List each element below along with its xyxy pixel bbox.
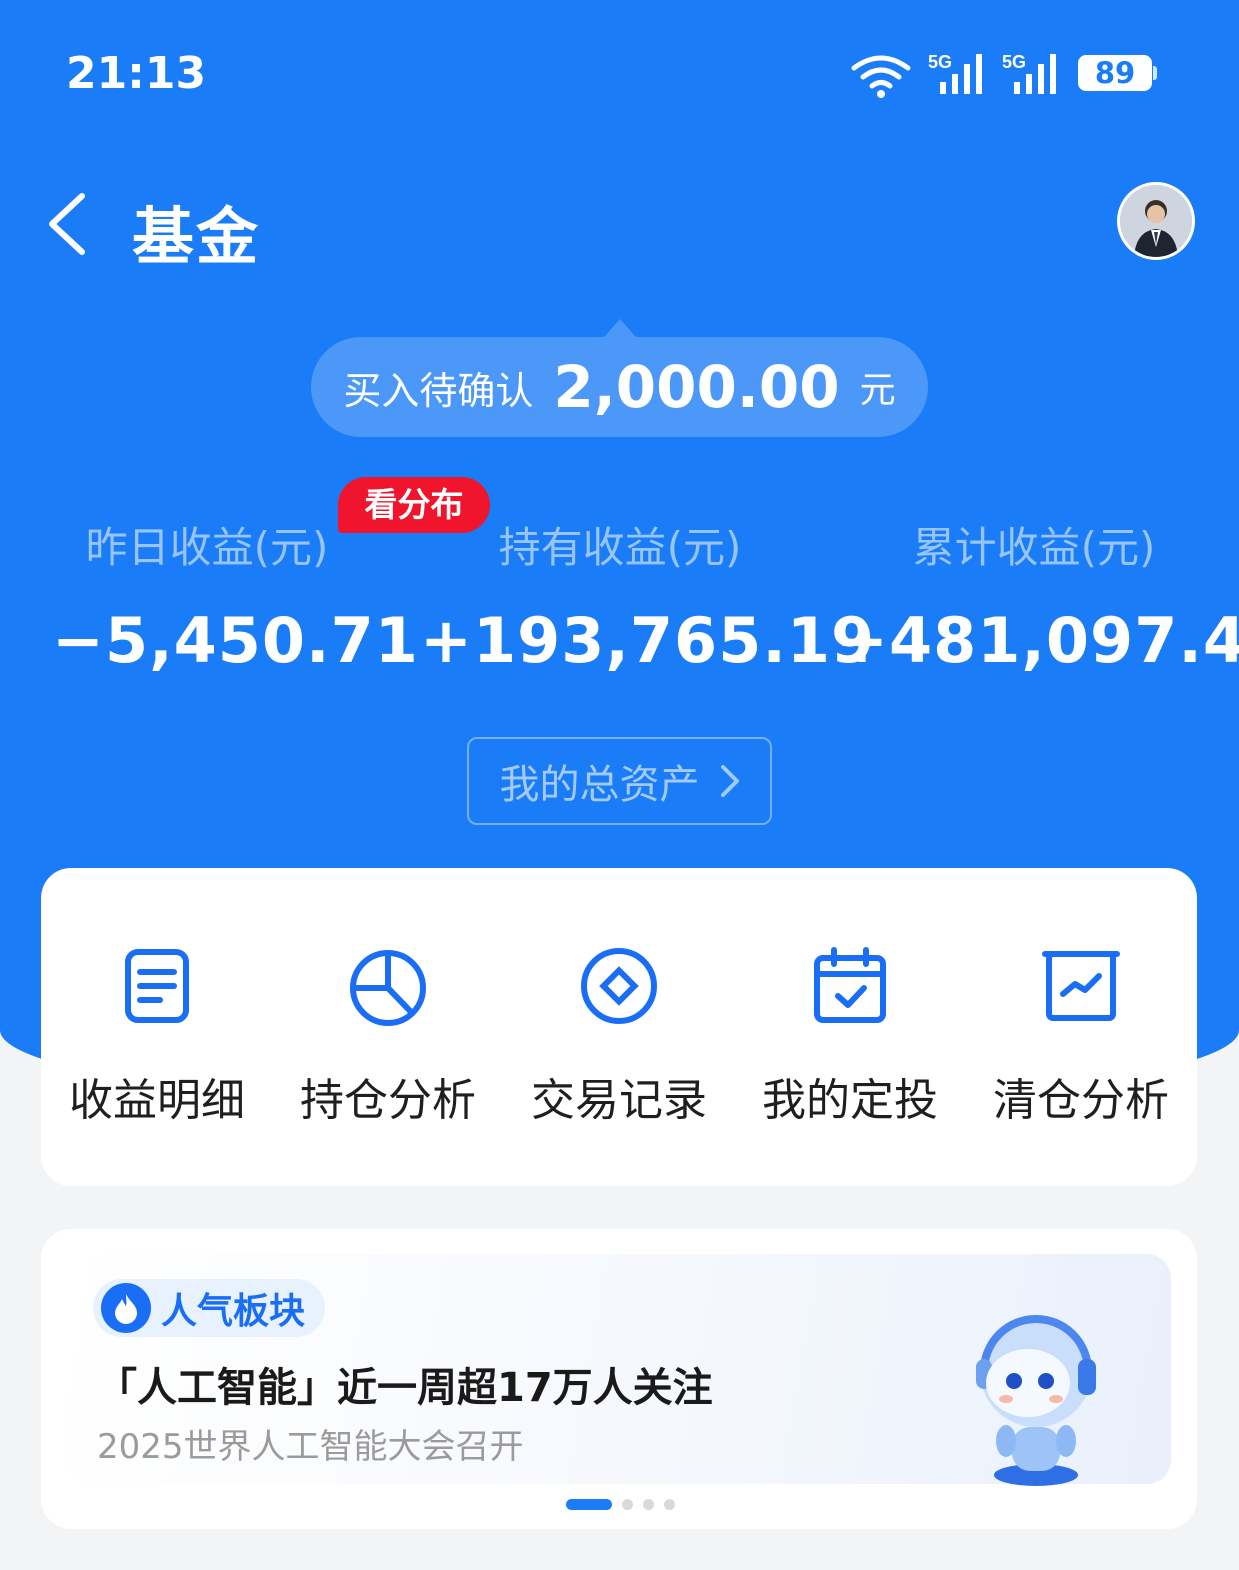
chevron-left-icon[interactable]	[44, 192, 88, 256]
menu-label: 交易记录	[531, 1075, 707, 1126]
promo-title: 「人工智能」近一周超17万人关注	[97, 1365, 713, 1411]
stat-label: 累计收益(元)	[912, 523, 1156, 572]
carousel-dot[interactable]	[566, 1499, 612, 1510]
stat-label: 昨日收益(元)	[85, 523, 329, 572]
pending-amount: 2,000.00	[553, 353, 840, 421]
pending-unit: 元	[859, 370, 896, 411]
robot-mascot-icon	[976, 1315, 1096, 1486]
carousel-dot[interactable]	[664, 1499, 675, 1510]
user-avatar-icon	[1120, 185, 1192, 257]
menu-label: 清仓分析	[993, 1075, 1169, 1126]
menu-item-income-detail[interactable]: 收益明细	[41, 944, 273, 1128]
stat-label: 持有收益(元)	[498, 523, 742, 572]
quick-menu-card: 收益明细 持仓分析 交易记录 我的定投 清仓分析	[41, 868, 1197, 1186]
menu-item-clearance-analysis[interactable]: 清仓分析	[965, 944, 1197, 1128]
carousel-indicator	[566, 1499, 675, 1510]
diamond-circle-icon	[581, 948, 657, 1024]
signal-icon: 5G	[1002, 52, 1056, 94]
network-label-2: 5G	[1002, 52, 1026, 72]
stat-value: +481,097.43	[836, 604, 1239, 677]
carousel-dot[interactable]	[622, 1499, 633, 1510]
hot-sector-tag: 人气板块	[93, 1279, 326, 1337]
wifi-icon	[851, 55, 911, 98]
total-assets-button[interactable]: 我的总资产	[467, 737, 772, 825]
menu-label: 收益明细	[69, 1075, 245, 1126]
signal-icon: 5G	[928, 52, 982, 94]
status-time: 21:13	[66, 48, 207, 99]
menu-label: 我的定投	[762, 1075, 938, 1126]
trend-board-icon	[1042, 951, 1120, 1021]
menu-item-my-sip[interactable]: 我的定投	[734, 944, 966, 1128]
avatar[interactable]	[1117, 182, 1195, 260]
stat-value: −5,450.71	[52, 604, 419, 677]
stat-value: +193,765.19	[420, 604, 876, 677]
pie-chart-icon	[350, 950, 426, 1026]
pending-purchase-banner[interactable]: 买入待确认 2,000.00 元	[311, 319, 928, 437]
distribution-badge[interactable]: 看分布	[338, 477, 490, 533]
menu-item-transactions[interactable]: 交易记录	[503, 944, 735, 1128]
battery-cap	[1153, 66, 1157, 80]
battery-icon: 89	[1078, 55, 1152, 91]
flame-icon	[101, 1283, 151, 1333]
carousel-dot[interactable]	[643, 1499, 654, 1510]
page-title: 基金	[132, 200, 261, 273]
promo-card[interactable]: 人气板块 「人工智能」近一周超17万人关注 2025世界人工智能大会召开	[41, 1229, 1197, 1529]
menu-label: 持仓分析	[300, 1075, 476, 1126]
network-label-1: 5G	[928, 52, 952, 72]
total-assets-label: 我的总资产	[499, 762, 700, 808]
calendar-check-icon	[814, 947, 886, 1023]
stat-cumulative[interactable]: 累计收益(元) +481,097.43	[836, 518, 1239, 677]
pending-label: 买入待确认	[343, 368, 534, 413]
stat-holding[interactable]: 持有收益(元) +193,765.19	[420, 518, 876, 677]
promo-subtitle: 2025世界人工智能大会召开	[97, 1427, 524, 1467]
menu-item-position-analysis[interactable]: 持仓分析	[272, 944, 504, 1128]
stat-yesterday[interactable]: 昨日收益(元) −5,450.71	[52, 518, 419, 677]
document-icon	[125, 949, 189, 1023]
chevron-right-icon	[720, 765, 739, 797]
tag-label: 人气板块	[161, 1291, 306, 1332]
